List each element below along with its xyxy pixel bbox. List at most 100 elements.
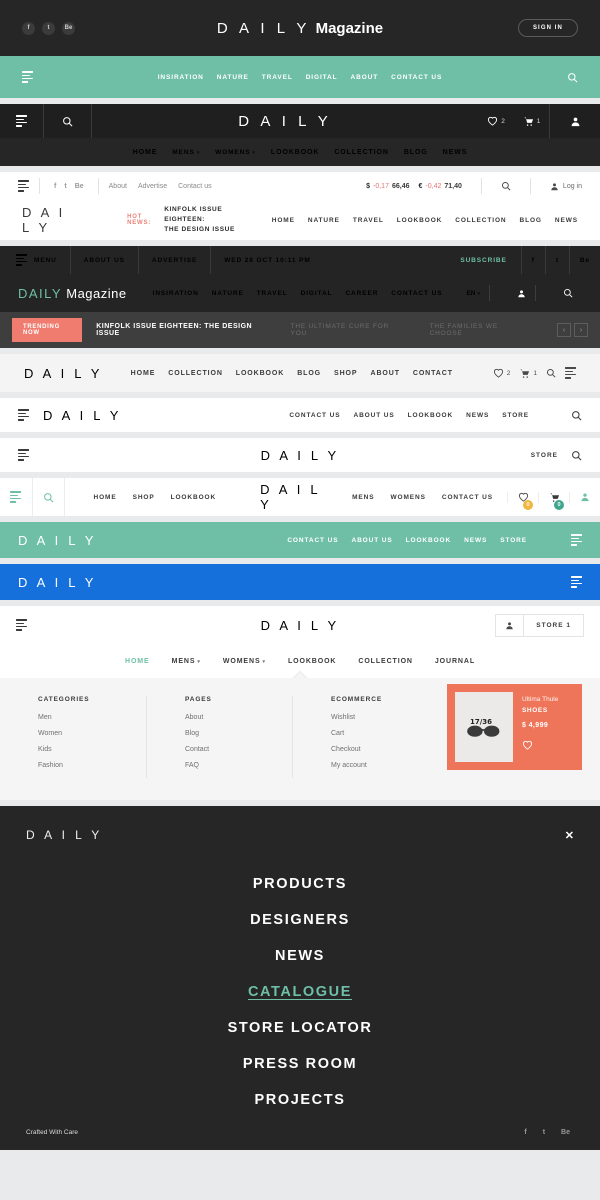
- nav-item-travel[interactable]: TRAVEL: [257, 290, 288, 297]
- nav-item-lookbook[interactable]: LOOKBOOK: [288, 658, 336, 665]
- nav-item-home[interactable]: HOME: [133, 149, 158, 156]
- hot-news-headline[interactable]: KINFOLK ISSUE EIGHTEEN: THE DESIGN ISSUE: [164, 205, 237, 234]
- nav-item-travel[interactable]: TRAVEL: [262, 74, 293, 81]
- search-icon[interactable]: [546, 368, 556, 378]
- nav-item-womens[interactable]: WOMENS ▾: [215, 149, 256, 156]
- search-icon[interactable]: [501, 181, 511, 191]
- nav-item-about[interactable]: ABOUT: [351, 74, 379, 81]
- nav-item-news[interactable]: NEWS: [464, 537, 487, 544]
- search-icon[interactable]: [567, 72, 578, 83]
- twitter-icon[interactable]: t: [42, 21, 55, 35]
- overlay-item-store-locator[interactable]: STORE LOCATOR: [0, 1020, 600, 1036]
- list-item[interactable]: My account: [331, 762, 438, 769]
- prev-button[interactable]: ‹: [557, 323, 571, 337]
- list-item[interactable]: Cart: [331, 730, 438, 737]
- nav-item-lookbook[interactable]: LOOKBOOK: [236, 370, 284, 377]
- search-icon[interactable]: [44, 104, 92, 138]
- trending-secondary-1[interactable]: THE ULTIMATE CURE FOR YOU: [291, 323, 392, 337]
- nav-item-about-us[interactable]: ABOUT US: [351, 537, 392, 544]
- nav-item-home[interactable]: HOME: [272, 217, 295, 224]
- nav-item-contact-us[interactable]: CONTACT US: [391, 290, 442, 297]
- nav-item-nature[interactable]: NATURE: [212, 290, 244, 297]
- list-item[interactable]: Fashion: [38, 762, 146, 769]
- list-item[interactable]: About: [185, 714, 292, 721]
- nav-item-news[interactable]: NEWS: [466, 412, 489, 419]
- nav-item-store[interactable]: STORE: [502, 412, 529, 419]
- link-about-us[interactable]: ABOUT US: [71, 246, 139, 274]
- search-icon[interactable]: [571, 410, 582, 421]
- account-icon[interactable]: [569, 491, 600, 503]
- promo-card[interactable]: 17/36 Ultima Thule SHOES $ 4,999: [447, 684, 582, 770]
- nav-item-lookbook[interactable]: LOOKBOOK: [406, 537, 451, 544]
- behance-icon[interactable]: Be: [568, 246, 600, 274]
- nav-item-shop[interactable]: SHOP: [334, 370, 357, 377]
- nav-item-lookbook[interactable]: LOOKBOOK: [397, 217, 442, 224]
- nav-item-nature[interactable]: NATURE: [308, 217, 340, 224]
- nav-item-collection[interactable]: COLLECTION: [168, 370, 223, 377]
- sign-in-button[interactable]: SIGN IN: [517, 19, 578, 37]
- nav-item-shop[interactable]: SHOP: [133, 494, 155, 501]
- nav-item-lookbook[interactable]: LOOKBOOK: [408, 412, 453, 419]
- menu-button[interactable]: MENU: [0, 246, 71, 274]
- nav-item-news[interactable]: NEWS: [443, 149, 468, 156]
- nav-item-contact-us[interactable]: CONTACT US: [287, 537, 338, 544]
- nav-item-blog[interactable]: BLOG: [520, 217, 542, 224]
- hamburger-menu-icon[interactable]: [565, 367, 576, 379]
- behance-icon[interactable]: Be: [75, 183, 84, 190]
- nav-item-digital[interactable]: DIGITAL: [306, 74, 338, 81]
- nav-item-nature[interactable]: NATURE: [217, 74, 249, 81]
- nav-item-insiration[interactable]: INSIRATION: [153, 290, 199, 297]
- nav-item-blog[interactable]: BLOG: [404, 149, 428, 156]
- link-about[interactable]: About: [109, 183, 127, 190]
- trending-headline[interactable]: KINFOLK ISSUE EIGHTEEN: THE DESIGN ISSUE: [96, 323, 252, 337]
- nav-item-home[interactable]: HOME: [93, 494, 116, 501]
- link-advertise[interactable]: Advertise: [138, 183, 167, 190]
- search-icon[interactable]: [33, 478, 66, 516]
- wishlist-button[interactable]: 2: [493, 368, 510, 378]
- hamburger-menu-icon[interactable]: [18, 180, 29, 192]
- next-button[interactable]: ›: [574, 323, 588, 337]
- hamburger-menu-icon[interactable]: [22, 71, 33, 83]
- nav-item-collection[interactable]: COLLECTION: [358, 658, 413, 665]
- list-item[interactable]: Men: [38, 714, 146, 721]
- nav-item-lookbook[interactable]: LOOKBOOK: [271, 149, 319, 156]
- facebook-icon[interactable]: f: [520, 246, 545, 274]
- account-icon[interactable]: [550, 104, 600, 138]
- overlay-item-catalogue[interactable]: CATALOGUE: [0, 984, 600, 1000]
- nav-item-home[interactable]: HOME: [125, 658, 150, 665]
- list-item[interactable]: Kids: [38, 746, 146, 753]
- list-item[interactable]: Contact: [185, 746, 292, 753]
- nav-item-contact-us[interactable]: CONTACT US: [442, 494, 493, 501]
- wishlist-button[interactable]: 0: [507, 491, 538, 510]
- link-contact-us[interactable]: Contact us: [178, 183, 211, 190]
- nav-item-collection[interactable]: COLLECTION: [455, 217, 506, 224]
- facebook-icon[interactable]: f: [54, 183, 56, 190]
- nav-item-about[interactable]: ABOUT: [370, 370, 399, 377]
- store-selector[interactable]: STORE 1: [495, 613, 584, 637]
- nav-item-contact-us[interactable]: CONTACT US: [391, 74, 442, 81]
- nav-item-travel[interactable]: TRAVEL: [353, 217, 384, 224]
- list-item[interactable]: FAQ: [185, 762, 292, 769]
- close-icon[interactable]: ✕: [565, 829, 574, 842]
- behance-icon[interactable]: Be: [561, 1129, 570, 1136]
- hamburger-menu-icon[interactable]: [571, 576, 582, 588]
- nav-item-contact-us[interactable]: CONTACT US: [289, 412, 340, 419]
- nav-item-mens[interactable]: MENS ▾: [172, 658, 201, 665]
- overlay-item-projects[interactable]: PROJECTS: [0, 1092, 600, 1108]
- hamburger-menu-icon[interactable]: [0, 104, 44, 138]
- cart-button[interactable]: 1: [519, 368, 537, 379]
- subscribe-button[interactable]: SUBSCRIBE: [460, 257, 506, 264]
- list-item[interactable]: Blog: [185, 730, 292, 737]
- list-item[interactable]: Women: [38, 730, 146, 737]
- nav-item-career[interactable]: CAREER: [345, 290, 378, 297]
- cart-button[interactable]: 0: [538, 491, 569, 510]
- account-icon[interactable]: [508, 289, 535, 298]
- overlay-item-news[interactable]: NEWS: [0, 948, 600, 964]
- wishlist-icon[interactable]: [522, 740, 558, 750]
- twitter-icon[interactable]: t: [544, 246, 569, 274]
- nav-item-womens[interactable]: WOMENS: [390, 494, 425, 501]
- nav-item-collection[interactable]: COLLECTION: [334, 149, 389, 156]
- overlay-item-press-room[interactable]: PRESS ROOM: [0, 1056, 600, 1072]
- twitter-icon[interactable]: t: [64, 183, 66, 190]
- hamburger-menu-icon[interactable]: [18, 409, 29, 421]
